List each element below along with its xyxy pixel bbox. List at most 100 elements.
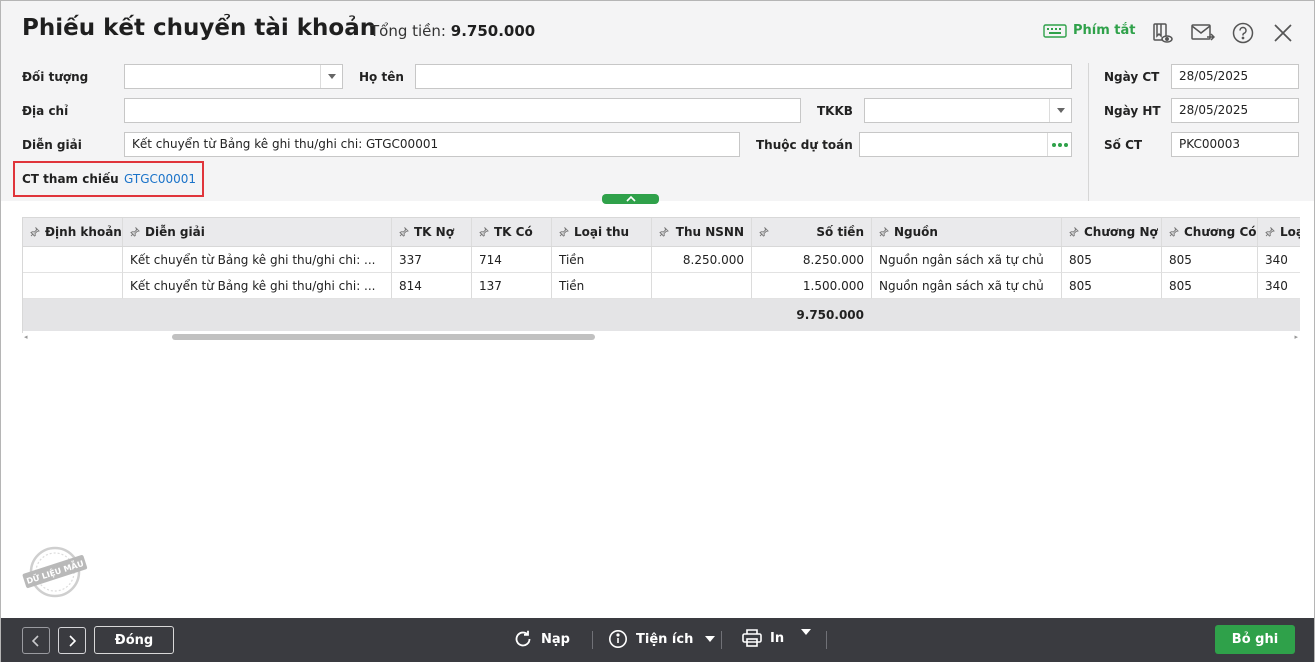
table-cell[interactable]: 340 [1258,247,1300,273]
pin-icon [399,227,409,237]
scrollbar-thumb[interactable] [172,334,595,340]
print-dropdown-button[interactable] [801,629,811,635]
reload-button[interactable]: Nạp [513,629,570,649]
table-cell[interactable]: 714 [472,247,552,273]
column-header-label: TK Có [494,225,533,239]
column-header[interactable]: Nguồn [872,218,1062,246]
column-header-label: Thu NSNN [675,225,744,239]
pin-icon [1069,227,1079,237]
table-cell[interactable]: 814 [392,273,472,299]
table-cell[interactable]: 340 [1258,273,1300,299]
grid-total-value: 9.750.000 [796,308,864,322]
print-button[interactable]: In [742,629,784,647]
caret-down-icon [801,629,811,635]
table-cell[interactable]: 337 [392,247,472,273]
table-cell[interactable]: Nguồn ngân sách xã tự chủ [872,273,1062,299]
thuoc-du-toan-input[interactable] [859,132,1072,157]
view-icon[interactable] [1150,21,1174,45]
pin-icon [130,227,140,237]
column-header[interactable]: Chương Nợ [1062,218,1162,246]
divider [1088,63,1089,201]
table-row[interactable]: Kết chuyển từ Bảng kê ghi thu/ghi chi: .… [23,247,1300,273]
pin-icon [30,227,40,237]
column-header[interactable]: Thu NSNN [652,218,752,246]
collapse-toggle[interactable] [602,194,659,204]
doi-tuong-combo[interactable] [124,64,343,89]
table-cell[interactable]: Tiền [552,247,652,273]
close-icon[interactable] [1271,21,1295,45]
ho-ten-input[interactable] [415,64,1072,89]
table-cell[interactable]: 8.250.000 [752,247,872,273]
divider [826,631,827,649]
shortcut-label: Phím tắt [1073,23,1136,38]
pin-icon [1169,227,1179,237]
table-cell[interactable]: 137 [472,273,552,299]
ngay-ht-input[interactable]: 28/05/2025 [1171,98,1299,123]
column-header-label: TK Nợ [414,225,454,239]
column-header[interactable]: Diễn giải [123,218,392,246]
footer-toolbar: Đóng Nạp Tiện ích In Bỏ ghi [1,618,1314,662]
pin-icon [559,227,569,237]
table-cell[interactable]: Tiền [552,273,652,299]
ngay-ct-label: Ngày CT [1104,70,1160,84]
table-cell[interactable]: 805 [1162,247,1258,273]
column-header[interactable]: TK Nợ [392,218,472,246]
divider [592,631,593,649]
column-header[interactable]: TK Có [472,218,552,246]
grid-header-row: Định khoản Diễn giải TK Nợ TK Có Loại thu Thu… [23,217,1300,247]
caret-down-icon [705,636,716,642]
table-cell[interactable] [23,273,123,299]
shortcut-button[interactable]: Phím tắt [1043,23,1136,38]
refresh-icon [515,630,531,647]
column-header-label: Diễn giải [145,225,205,239]
table-cell[interactable]: Kết chuyển từ Bảng kê ghi thu/ghi chi: .… [123,273,392,299]
email-send-icon[interactable] [1191,21,1215,45]
dien-giai-input[interactable]: Kết chuyển từ Bảng kê ghi thu/ghi chi: G… [124,132,740,157]
column-header[interactable]: Loại thu [552,218,652,246]
scroll-left-icon[interactable]: ◂ [24,333,28,341]
table-row[interactable]: Kết chuyển từ Bảng kê ghi thu/ghi chi: .… [23,273,1300,299]
tkkb-combo[interactable] [864,98,1072,123]
table-cell[interactable]: 805 [1162,273,1258,299]
help-icon[interactable] [1231,21,1255,45]
ngay-ht-label: Ngày HT [1104,104,1161,118]
table-cell[interactable]: 8.250.000 [652,247,752,273]
column-header[interactable]: Loạ [1258,218,1300,246]
column-header-label: Số tiền [816,225,864,239]
column-header-label: Loạ [1280,225,1300,239]
table-cell[interactable]: Kết chuyển từ Bảng kê ghi thu/ghi chi: .… [123,247,392,273]
table-cell[interactable] [652,273,752,299]
horizontal-scrollbar[interactable]: ◂ ▸ [22,333,1300,341]
dia-chi-input[interactable] [124,98,801,123]
table-cell[interactable]: 1.500.000 [752,273,872,299]
close-button[interactable]: Đóng [94,626,174,654]
more-options-icon[interactable] [1047,133,1071,156]
column-header[interactable]: Chương Có [1162,218,1258,246]
print-label: In [770,630,785,646]
dia-chi-label: Địa chỉ [22,104,69,118]
ngay-ct-input[interactable]: 28/05/2025 [1171,64,1299,89]
total-value: 9.750.000 [450,22,536,40]
table-cell[interactable]: 805 [1062,247,1162,273]
column-header[interactable]: Số tiền [752,218,872,246]
chevron-down-icon[interactable] [1049,99,1071,122]
sample-data-watermark: DỮ LIỆU MẪU [21,544,89,600]
next-button[interactable] [58,627,86,654]
so-ct-input[interactable]: PKC00003 [1171,132,1299,157]
table-cell[interactable]: 805 [1062,273,1162,299]
voucher-window: Phiếu kết chuyển tài khoản Tổng tiền: 9.… [0,0,1315,662]
unpost-button[interactable]: Bỏ ghi [1215,625,1295,654]
info-icon [609,630,627,648]
column-header-label: Nguồn [894,225,938,239]
ct-tham-chieu-label: CT tham chiếu [22,172,119,186]
page-title: Phiếu kết chuyển tài khoản [22,15,377,41]
column-header[interactable]: Định khoản [23,218,123,246]
scroll-right-icon[interactable]: ▸ [1294,333,1298,341]
chevron-down-icon[interactable] [320,65,342,88]
table-cell[interactable] [23,247,123,273]
table-cell[interactable]: Nguồn ngân sách xã tự chủ [872,247,1062,273]
column-header-label: Chương Nợ [1084,225,1158,239]
previous-button[interactable] [22,627,50,654]
ct-tham-chieu-link[interactable]: GTGC00001 [124,172,196,186]
utility-menu-button[interactable]: Tiện ích [608,629,716,649]
